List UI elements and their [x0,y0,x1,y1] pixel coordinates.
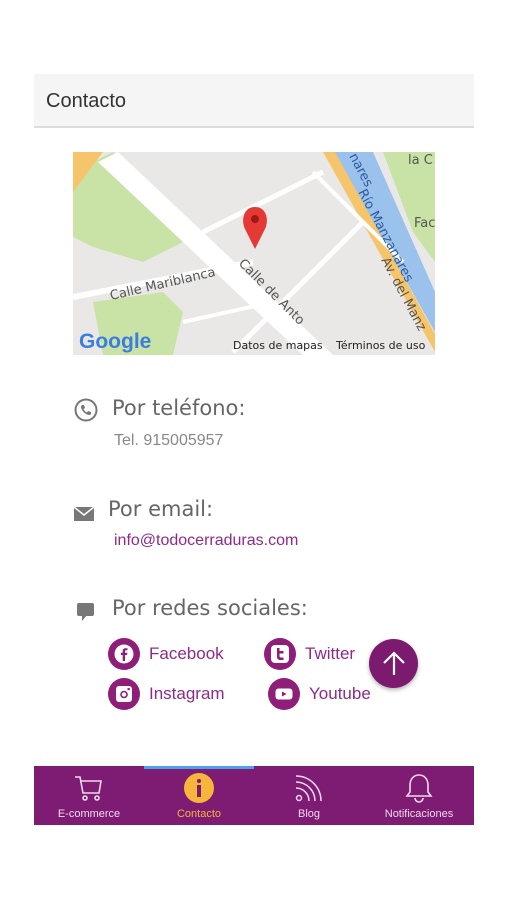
instagram-link[interactable]: Instagram [108,678,225,710]
twitter-icon [264,638,296,670]
email-link[interactable]: info@todocerraduras.com [114,532,298,550]
map-canvas: Calle Mariblanca Calle de Anto Río Manza… [73,152,435,355]
tab-notificaciones[interactable]: Notificaciones [364,766,474,825]
tab-blog[interactable]: Blog [254,766,364,825]
youtube-icon [268,678,300,710]
social-section-title: Por redes sociales: [112,596,308,620]
envelope-icon [73,502,97,526]
youtube-label: Youtube [309,684,371,703]
phone-section-title: Por teléfono: [112,396,246,420]
map-terms-link[interactable]: Términos de uso [336,339,425,352]
map[interactable]: Calle Mariblanca Calle de Anto Río Manza… [73,152,435,355]
rss-icon [295,775,322,802]
phone-icon [74,398,98,422]
bottom-tab-bar: E-commerce Contacto Blog Notificaciones [34,766,474,825]
facebook-icon [108,638,140,670]
arrow-up-icon [382,650,405,675]
tab-label-blog: Blog [297,808,321,820]
street-label-la-c: la C [408,153,433,168]
info-icon [184,773,214,803]
youtube-link[interactable]: Youtube [268,678,371,710]
facebook-link[interactable]: Facebook [108,638,224,670]
twitter-link[interactable]: Twitter [264,638,355,670]
tab-label-e-commerce: E-commerce [57,808,121,820]
tab-e-commerce[interactable]: E-commerce [34,766,144,825]
phone-number[interactable]: Tel. 915005957 [114,432,223,450]
tab-label-notificaciones: Notificaciones [384,808,454,820]
tab-label-contacto: Contacto [176,808,222,820]
page-header: Contacto [34,74,474,128]
twitter-label: Twitter [305,644,356,663]
bell-icon [405,774,433,803]
email-section-title: Por email: [108,497,214,521]
cart-icon [75,776,102,801]
scroll-to-top-button[interactable] [369,639,418,688]
facebook-label: Facebook [149,644,224,663]
instagram-icon [108,678,140,710]
chat-bubble-icon [75,600,99,624]
page-title: Contacto [46,90,127,112]
tab-contacto[interactable]: Contacto [144,766,254,825]
map-attribution[interactable]: Datos de mapas [233,339,323,352]
instagram-label: Instagram [149,684,225,703]
street-label-fac: Fac [414,216,435,231]
google-logo: Google [79,330,151,353]
